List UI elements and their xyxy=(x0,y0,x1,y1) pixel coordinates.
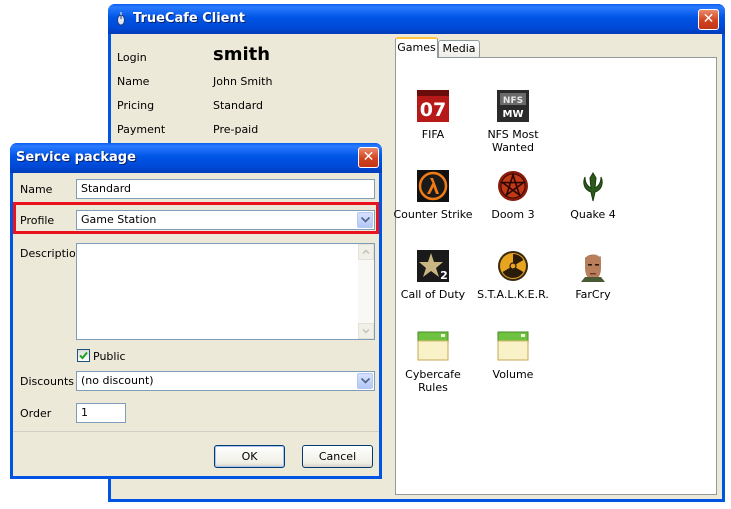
ok-button[interactable]: OK xyxy=(214,445,285,468)
game-counter-strike[interactable]: Counter Strike xyxy=(393,170,473,221)
checkmark-icon xyxy=(79,351,88,360)
game-cybercafe-rules[interactable]: Cybercafe Rules xyxy=(393,330,473,394)
name-field[interactable]: Standard xyxy=(76,179,375,199)
game-label: Doom 3 xyxy=(491,208,535,221)
pricing-label: Pricing xyxy=(117,99,155,112)
profile-value: Game Station xyxy=(81,213,157,226)
folder-icon xyxy=(417,330,449,362)
dialog-separator xyxy=(13,431,379,432)
folder-icon xyxy=(497,330,529,362)
dialog-title: Service package xyxy=(16,150,136,165)
game-quake-4[interactable]: Quake 4 xyxy=(553,170,633,221)
svg-text:NFS: NFS xyxy=(503,96,523,106)
discounts-dropdown[interactable]: (no discount) xyxy=(76,371,375,391)
discounts-field-label: Discounts xyxy=(20,375,75,388)
game-label: FIFA xyxy=(421,128,445,141)
game-volume[interactable]: Volume xyxy=(473,330,553,381)
cancel-button[interactable]: Cancel xyxy=(302,445,373,468)
nfs-icon: NFS MW xyxy=(497,90,529,122)
payment-label: Payment xyxy=(117,123,166,136)
face-icon xyxy=(577,250,609,282)
main-close-button[interactable]: ✕ xyxy=(698,9,719,30)
order-field-label: Order xyxy=(20,407,52,420)
game-call-of-duty[interactable]: 2 Call of Duty xyxy=(393,250,473,301)
game-label: FarCry xyxy=(575,288,611,301)
login-label: Login xyxy=(117,51,147,64)
half-life-lambda-icon xyxy=(417,170,449,202)
svg-text:2: 2 xyxy=(440,269,448,282)
tab-media[interactable]: Media xyxy=(438,40,480,58)
pricing-value: Standard xyxy=(213,99,264,112)
quake-logo-icon xyxy=(577,170,609,202)
star-2-icon: 2 xyxy=(417,250,449,282)
game-nfs-most-wanted[interactable]: NFS MW NFS Most Wanted xyxy=(473,90,553,154)
order-field[interactable]: 1 xyxy=(76,403,126,423)
name-field-label: Name xyxy=(20,183,53,196)
game-label: Cybercafe Rules xyxy=(405,368,461,394)
tab-games[interactable]: Games xyxy=(395,37,438,58)
chevron-down-icon[interactable] xyxy=(357,373,373,389)
fifa-icon: 07 xyxy=(417,90,449,122)
game-label: S.T.A.L.K.E.R. xyxy=(477,288,549,301)
game-label: Counter Strike xyxy=(393,208,473,221)
game-label: Call of Duty xyxy=(400,288,466,301)
dialog-title-bar[interactable]: Service package ✕ xyxy=(10,143,382,173)
games-panel: 07 FIFA NFS MW NFS Most Wanted Counter S… xyxy=(393,57,717,495)
chevron-down-icon[interactable] xyxy=(357,212,373,228)
game-label: Quake 4 xyxy=(570,208,616,221)
game-farcry[interactable]: FarCry xyxy=(553,250,633,301)
game-doom-3[interactable]: Doom 3 xyxy=(473,170,553,221)
svg-text:MW: MW xyxy=(503,109,524,120)
pentagram-icon xyxy=(497,170,529,202)
description-textarea[interactable] xyxy=(76,243,375,340)
scroll-up-icon[interactable] xyxy=(358,244,374,260)
dialog-close-button[interactable]: ✕ xyxy=(358,147,379,168)
svg-text:07: 07 xyxy=(420,99,446,121)
game-fifa[interactable]: 07 FIFA xyxy=(393,90,473,141)
payment-value: Pre-paid xyxy=(213,123,259,136)
public-checkbox-label[interactable]: Public xyxy=(93,350,126,363)
game-label: NFS Most Wanted xyxy=(487,128,539,154)
profile-dropdown[interactable]: Game Station xyxy=(76,210,375,230)
service-package-dialog: Service package ✕ Name Standard Profile … xyxy=(10,143,382,479)
main-title-bar[interactable]: TrueCafe Client ✕ xyxy=(108,4,725,34)
dialog-client-area: Name Standard Profile Game Station Descr… xyxy=(13,173,379,476)
scroll-down-icon[interactable] xyxy=(358,323,374,339)
game-stalker[interactable]: S.T.A.L.K.E.R. xyxy=(473,250,553,301)
game-label: Volume xyxy=(492,368,534,381)
description-scrollbar[interactable] xyxy=(358,244,374,339)
public-checkbox[interactable] xyxy=(77,349,90,362)
name-label: Name xyxy=(117,75,150,88)
login-value: smith xyxy=(213,44,271,65)
radiation-icon xyxy=(497,250,529,282)
profile-field-label: Profile xyxy=(20,214,55,227)
mouse-icon xyxy=(117,12,125,26)
description-field-label: Description xyxy=(20,247,83,260)
name-value: John Smith xyxy=(213,75,273,88)
discounts-value: (no discount) xyxy=(81,374,154,387)
main-window-title: TrueCafe Client xyxy=(133,11,245,26)
